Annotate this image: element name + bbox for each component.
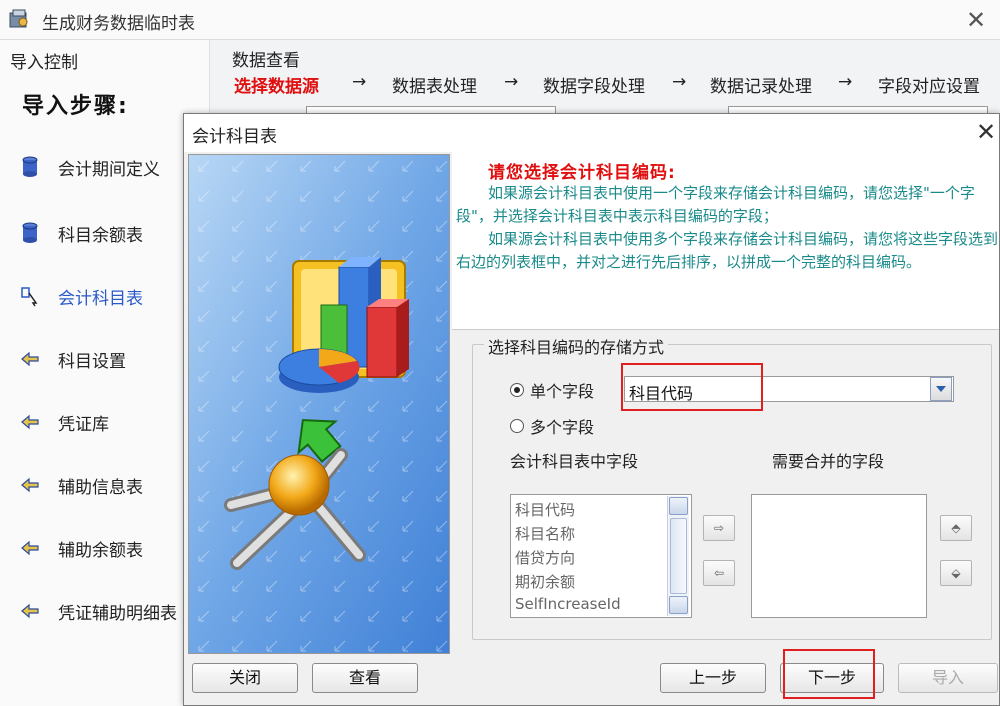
flow-step-select-source: 选择数据源 <box>234 77 319 97</box>
chart-of-accounts-dialog: 会计科目表 ✕ 请您选择会计科目编码: 如果源会计科目表中使用一个字段来存储会计… <box>183 113 1000 706</box>
flow-step-table-processing: 数据表处理 <box>392 77 477 97</box>
data-view-header: 数据查看 <box>232 51 300 71</box>
flow-arrow: → <box>838 72 853 92</box>
instructions-paragraph-1: 如果源会计科目表中使用一个字段来存储会计科目编码，请您选择"一个字段"，并选择会… <box>456 184 975 225</box>
step-label: 会计期间定义 <box>58 159 160 180</box>
radio-multiple-fields[interactable]: 多个字段 <box>510 414 594 438</box>
wizard-illustration-graphic <box>189 155 449 653</box>
step-label: 凭证辅助明细表 <box>58 603 177 624</box>
flow-arrow: → <box>672 72 687 92</box>
merge-fields-list[interactable] <box>751 494 927 618</box>
main-close-icon[interactable]: ✕ <box>962 6 990 34</box>
list-item[interactable]: 期初余额 <box>515 571 575 592</box>
move-up-button[interactable]: ⬘ <box>940 515 972 541</box>
arrow-in-icon <box>21 414 39 430</box>
dialog-close-icon[interactable]: ✕ <box>974 118 998 146</box>
flow-step-field-processing: 数据字段处理 <box>543 77 645 97</box>
list-item[interactable]: SelfIncreaseId <box>515 595 621 613</box>
radio-multiple-label: 多个字段 <box>530 418 595 437</box>
highlight-next-button <box>783 649 875 699</box>
move-down-button[interactable]: ⬙ <box>940 560 972 586</box>
database-icon <box>22 156 38 177</box>
step-label: 凭证库 <box>58 414 109 435</box>
dialog-title: 会计科目表 <box>192 127 277 147</box>
wizard-illustration <box>188 154 450 654</box>
list-item[interactable]: 借贷方向 <box>515 547 575 568</box>
source-fields-label: 会计科目表中字段 <box>510 452 639 471</box>
list-item[interactable]: 科目名称 <box>515 523 575 544</box>
scroll-thumb[interactable] <box>670 518 687 594</box>
arrow-in-icon <box>21 603 39 619</box>
prev-step-button[interactable]: 上一步 <box>660 663 766 693</box>
flow-step-record-processing: 数据记录处理 <box>710 77 812 97</box>
radio-single-label: 单个字段 <box>530 382 595 401</box>
dialog-titlebar: 会计科目表 ✕ <box>184 114 999 152</box>
move-left-button[interactable]: ⇦ <box>703 560 735 586</box>
storage-method-title: 选择科目编码的存储方式 <box>484 334 669 358</box>
flow-step-field-mapping: 字段对应设置 <box>878 77 980 97</box>
search-pointer-icon <box>21 287 38 307</box>
radio-single-field[interactable]: 单个字段 <box>510 378 594 402</box>
step-account-balance[interactable]: 科目余额表 <box>20 218 210 248</box>
step-label: 会计科目表 <box>58 288 143 309</box>
instructions-text: 如果源会计科目表中使用一个字段来存储会计科目编码，请您选择"一个字段"，并选择会… <box>456 182 998 274</box>
dropdown-chevron-icon[interactable] <box>930 377 952 401</box>
step-voucher-auxiliary-detail[interactable]: 凭证辅助明细表 <box>20 596 210 626</box>
scroll-up-icon[interactable] <box>669 497 688 515</box>
list-scrollbar[interactable] <box>667 496 689 616</box>
highlight-single-field <box>621 363 763 411</box>
import-button[interactable]: 导入 <box>898 663 998 693</box>
merge-fields-label: 需要合并的字段 <box>772 452 885 471</box>
main-titlebar: 生成财务数据临时表 ✕ <box>0 0 1000 40</box>
step-auxiliary-balance[interactable]: 辅助余额表 <box>20 533 210 563</box>
close-button[interactable]: 关闭 <box>192 663 298 693</box>
flow-arrow: → <box>504 72 519 92</box>
import-control-header: 导入控制 <box>10 53 78 73</box>
scroll-down-icon[interactable] <box>669 596 688 614</box>
arrow-in-icon <box>21 351 39 367</box>
database-icon <box>22 222 38 243</box>
app-icon <box>9 9 28 28</box>
view-button[interactable]: 查看 <box>312 663 418 693</box>
wizard-flow: 选择数据源 → 数据表处理 → 数据字段处理 → 数据记录处理 → 字段对应设置 <box>232 70 1000 97</box>
move-right-button[interactable]: ⇨ <box>703 515 735 541</box>
instructions-title: 请您选择会计科目编码: <box>488 163 676 183</box>
flow-arrow: → <box>352 72 367 92</box>
radio-unselected-icon <box>510 419 524 433</box>
arrow-in-icon <box>21 477 39 493</box>
step-accounting-period[interactable]: 会计期间定义 <box>20 152 210 182</box>
step-label: 科目余额表 <box>58 225 143 246</box>
main-window-title: 生成财务数据临时表 <box>42 14 195 34</box>
step-label: 辅助信息表 <box>58 477 143 498</box>
instructions-paragraph-2: 如果源会计科目表中使用多个字段来存储会计科目编码，请您将这些字段选到右边的列表框… <box>456 230 999 271</box>
step-account-settings[interactable]: 科目设置 <box>20 344 210 374</box>
step-voucher-library[interactable]: 凭证库 <box>20 407 210 437</box>
step-label: 科目设置 <box>58 351 126 372</box>
step-chart-of-accounts[interactable]: 会计科目表 <box>20 281 210 311</box>
source-fields-list[interactable]: 科目代码 科目名称 借贷方向 期初余额 SelfIncreaseId <box>510 494 692 618</box>
radio-selected-icon <box>510 383 524 397</box>
import-control-panel: 导入控制 导入步骤: 会计期间定义 科目余额表 会计科目表 科目设置 凭证库 辅… <box>0 40 210 706</box>
list-item[interactable]: 科目代码 <box>515 499 575 520</box>
instructions-panel: 请您选择会计科目编码: 如果源会计科目表中使用一个字段来存储会计科目编码，请您选… <box>452 152 999 330</box>
import-steps-title: 导入步骤: <box>22 94 129 119</box>
step-auxiliary-info[interactable]: 辅助信息表 <box>20 470 210 500</box>
step-label: 辅助余额表 <box>58 540 143 561</box>
arrow-in-icon <box>21 540 39 556</box>
